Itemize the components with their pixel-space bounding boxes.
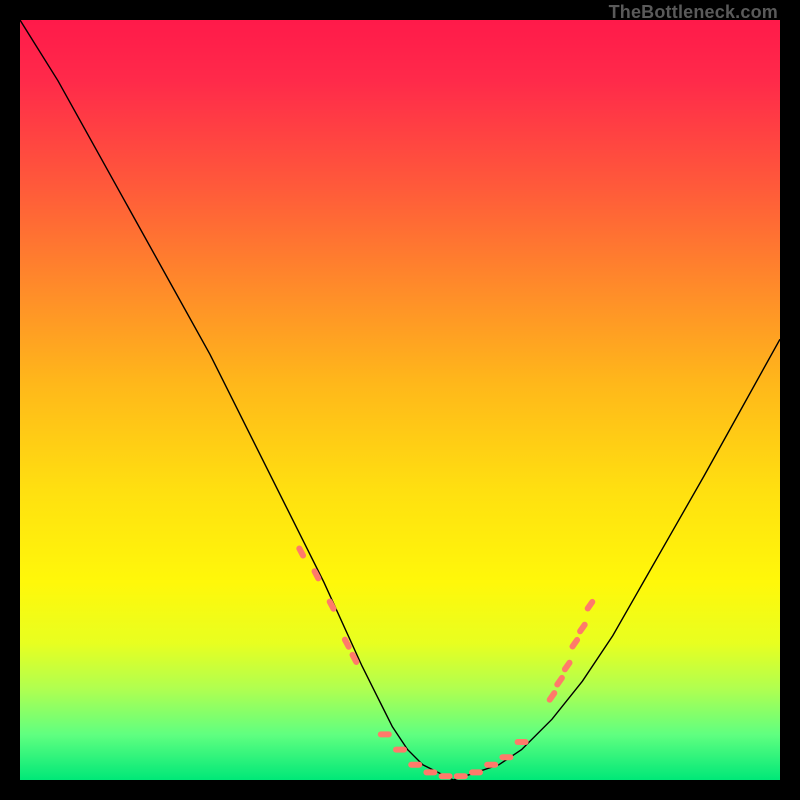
source-attribution: TheBottleneck.com <box>609 2 778 23</box>
plot-gradient-area <box>20 20 780 780</box>
chart-frame: TheBottleneck.com <box>0 0 800 800</box>
